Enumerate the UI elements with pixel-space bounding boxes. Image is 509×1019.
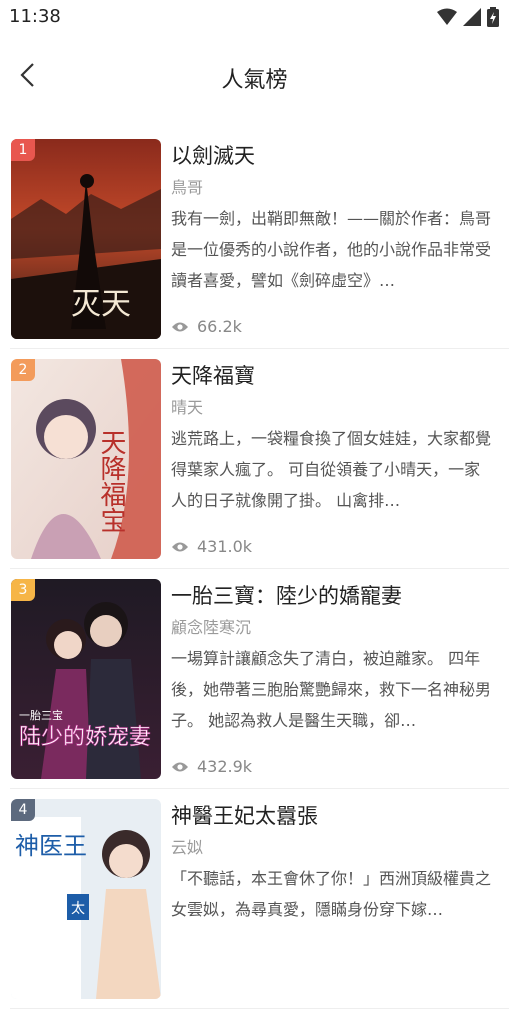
eye-icon (172, 542, 188, 551)
eye-icon (172, 762, 188, 771)
cover-art: 一胎三宝 陆少的娇宠妻 (11, 579, 161, 779)
battery-icon (487, 7, 499, 27)
book-title[interactable]: 一胎三寶：陸少的嬌寵妻 (171, 580, 402, 610)
rank-badge: 1 (11, 139, 35, 161)
ranking-list: 灭天 1 以劍滅天 鳥哥 我有一劍，出鞘即無敵！——關於作者：鳥哥是一位優秀的小… (0, 139, 509, 1019)
book-item[interactable]: 神医王 太 4 神醫王妃太囂張 云姒 「不聽話，本王會休了你！」西洲頂級權貴之女… (0, 799, 509, 1009)
book-author: 鳥哥 (171, 178, 204, 197)
book-item[interactable]: 天降福宝 2 天降福寶 晴天 逃荒路上，一袋糧食換了個女娃娃，大家都覺得葉家人瘋… (0, 359, 509, 569)
book-cover[interactable]: 灭天 1 (11, 139, 161, 339)
cover-title-text: 天降福宝 (96, 429, 126, 533)
view-count-value: 431.0k (197, 537, 253, 556)
book-author: 顧念陸寒沉 (171, 618, 252, 637)
view-count: 431.0k (171, 537, 252, 556)
book-cover[interactable]: 天降福宝 2 (11, 359, 161, 559)
book-item[interactable]: 灭天 1 以劍滅天 鳥哥 我有一劍，出鞘即無敵！——關於作者：鳥哥是一位優秀的小… (0, 139, 509, 349)
rank-badge: 2 (11, 359, 35, 381)
status-icons (437, 7, 499, 27)
rank-badge: 3 (11, 579, 35, 601)
book-title[interactable]: 神醫王妃太囂張 (171, 800, 318, 830)
book-description: 一場算計讓顧念失了清白，被迫離家。 四年後，她帶著三胞胎驚艷歸來，救下一名神秘男… (171, 649, 492, 730)
rank-badge: 4 (11, 799, 35, 821)
view-count-value: 66.2k (197, 317, 242, 336)
cover-art: 灭天 (11, 139, 161, 339)
wifi-icon (437, 8, 457, 25)
book-cover[interactable]: 神医王 太 4 (11, 799, 161, 999)
nav-bar: 人氣榜 (0, 44, 509, 108)
page-title: 人氣榜 (221, 68, 288, 93)
cover-art: 天降福宝 (11, 359, 161, 559)
view-count: 432.9k (171, 757, 252, 776)
book-title[interactable]: 以劍滅天 (171, 140, 255, 170)
cover-title-text: 神医王 (15, 832, 87, 860)
signal-icon (463, 8, 481, 26)
eye-icon (172, 322, 188, 331)
book-description: 逃荒路上，一袋糧食換了個女娃娃，大家都覺得葉家人瘋了。 可自從領養了小晴天，一家… (171, 429, 492, 510)
status-bar: 11:38 (0, 0, 509, 34)
view-count: 66.2k (171, 317, 242, 336)
view-count-value: 432.9k (197, 757, 253, 776)
cover-title-text: 陆少的娇宠妻 (19, 725, 151, 750)
cover-title-text: 灭天 (71, 287, 131, 322)
book-cover[interactable]: 一胎三宝 陆少的娇宠妻 3 (11, 579, 161, 779)
cover-subtitle-text: 一胎三宝 (19, 708, 63, 722)
book-title[interactable]: 天降福寶 (171, 360, 255, 390)
book-item[interactable]: 一胎三宝 陆少的娇宠妻 3 一胎三寶：陸少的嬌寵妻 顧念陸寒沉 一場算計讓顧念失… (0, 579, 509, 789)
cover-subtitle-text: 太 (71, 901, 85, 917)
status-time: 11:38 (9, 6, 61, 27)
book-author: 云姒 (171, 838, 204, 857)
book-description: 我有一劍，出鞘即無敵！——關於作者：鳥哥是一位優秀的小說作者，他的小說作品非常受… (171, 209, 492, 290)
cover-art: 神医王 太 (11, 799, 161, 999)
book-description: 「不聽話，本王會休了你！」西洲頂級權貴之女雲姒，為尋真愛，隱瞞身份穿下嫁… (171, 869, 492, 919)
book-author: 晴天 (171, 398, 204, 417)
